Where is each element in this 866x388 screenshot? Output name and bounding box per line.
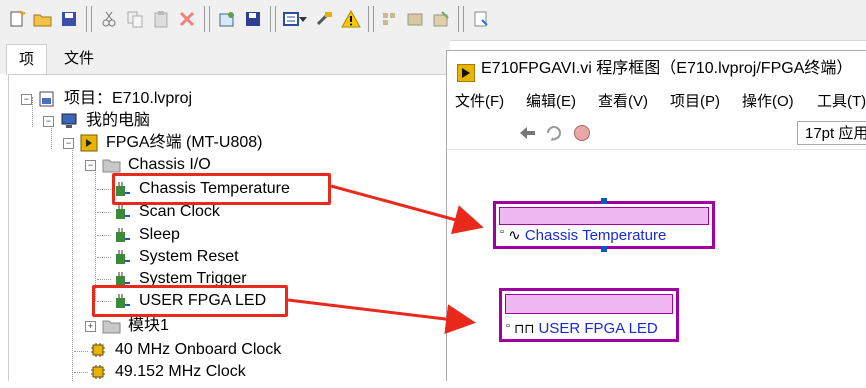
annotation-arrows xyxy=(287,184,484,335)
arrow-to-chassis-temperature xyxy=(330,184,484,235)
arrow-to-user-fpga-led xyxy=(287,298,476,335)
